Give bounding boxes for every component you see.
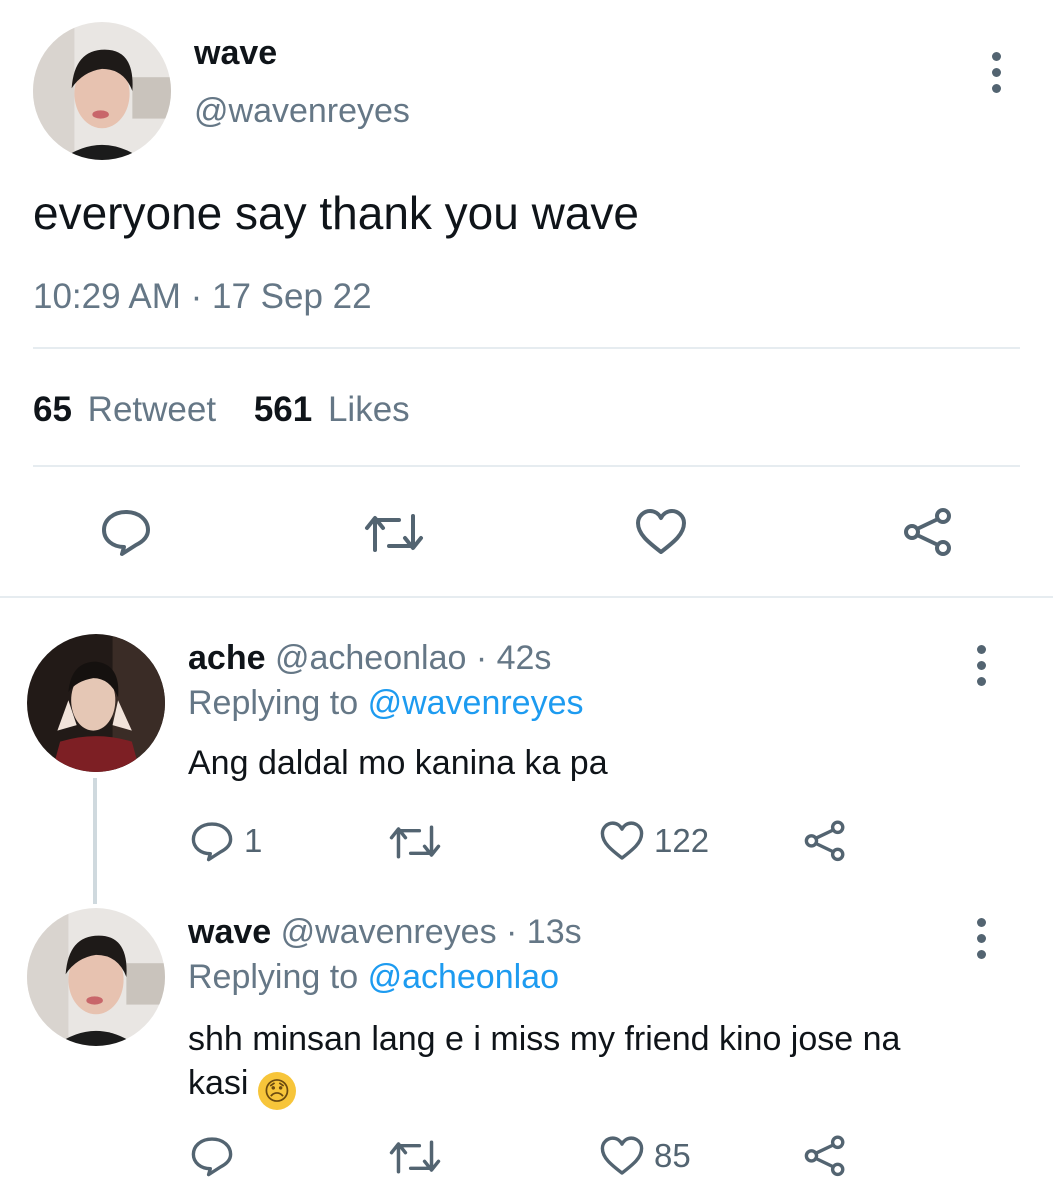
avatar-photo xyxy=(27,908,165,1046)
replying-to-link[interactable]: @wavenreyes xyxy=(368,684,584,722)
share-icon[interactable] xyxy=(902,506,954,556)
handle[interactable]: @wavenreyes xyxy=(281,913,497,951)
like-count: 561 xyxy=(253,390,313,429)
like-count: 122 xyxy=(654,822,710,859)
retweet-icon[interactable] xyxy=(388,822,442,862)
replying-to-line: Replying to @acheonlao xyxy=(188,958,559,997)
engagement-stats: 65 Retweet 561 Likes xyxy=(33,390,410,430)
replying-to-link[interactable]: @acheonlao xyxy=(368,958,559,996)
avatar-photo xyxy=(33,22,171,160)
avatar[interactable] xyxy=(33,22,171,160)
share-icon[interactable] xyxy=(803,818,847,862)
heart-icon[interactable] xyxy=(634,508,688,556)
heart-icon[interactable] xyxy=(599,1135,645,1177)
replying-to-label: Replying to xyxy=(188,958,359,996)
replying-to-label: Replying to xyxy=(188,684,359,722)
share-icon[interactable] xyxy=(803,1133,847,1177)
reply-bubble-icon[interactable] xyxy=(190,820,234,862)
display-name[interactable]: wave xyxy=(188,913,271,951)
more-options-icon[interactable] xyxy=(976,918,986,959)
reply-count: 1 xyxy=(244,822,263,859)
handle[interactable]: @wavenreyes xyxy=(194,92,410,131)
divider xyxy=(33,347,1020,349)
tweet-text: everyone say thank you wave xyxy=(33,187,640,239)
display-name[interactable]: ache xyxy=(188,639,266,677)
avatar[interactable] xyxy=(27,908,165,1046)
reply-text-word: kasi xyxy=(188,1064,249,1102)
thread-line xyxy=(93,778,97,904)
avatar[interactable] xyxy=(27,634,165,772)
divider xyxy=(33,465,1020,467)
reply-bubble-icon[interactable] xyxy=(100,508,152,556)
reply-time[interactable]: · 42s xyxy=(476,639,552,677)
more-options-icon[interactable] xyxy=(991,52,1001,93)
reply-time[interactable]: · 13s xyxy=(506,913,582,951)
retweet-icon[interactable] xyxy=(363,510,425,556)
retweet-count: 65 xyxy=(33,390,72,429)
heart-icon[interactable] xyxy=(599,820,645,862)
section-divider xyxy=(0,596,1053,598)
like-label: Likes xyxy=(327,390,410,429)
reply-text-line: shh minsan lang e i miss my friend kino … xyxy=(188,1020,901,1058)
disappointed-face-emoji: 😞 xyxy=(257,1072,296,1110)
replying-to-line: Replying to @wavenreyes xyxy=(188,684,584,723)
reply-text: shh minsan lang e i miss my friend kino … xyxy=(188,1017,900,1110)
reply-header: wave @wavenreyes · 13s xyxy=(188,913,582,952)
reply-bubble-icon[interactable] xyxy=(190,1135,234,1177)
like-stat[interactable]: 561 Likes xyxy=(254,390,410,429)
reply-text-line-2: kasi 😞 xyxy=(188,1061,900,1110)
more-options-icon[interactable] xyxy=(976,645,986,686)
like-count: 85 xyxy=(654,1137,691,1174)
reply-text: Ang daldal mo kanina ka pa xyxy=(188,744,608,782)
timestamp[interactable]: 10:29 AM · 17 Sep 22 xyxy=(33,277,372,317)
retweet-label: Retweet xyxy=(87,390,217,429)
retweet-icon[interactable] xyxy=(388,1137,442,1177)
retweet-stat[interactable]: 65 Retweet xyxy=(33,390,226,429)
avatar-photo xyxy=(27,634,165,772)
handle[interactable]: @acheonlao xyxy=(275,639,466,677)
reply-header: ache @acheonlao · 42s xyxy=(188,639,551,678)
display-name[interactable]: wave xyxy=(194,34,277,73)
